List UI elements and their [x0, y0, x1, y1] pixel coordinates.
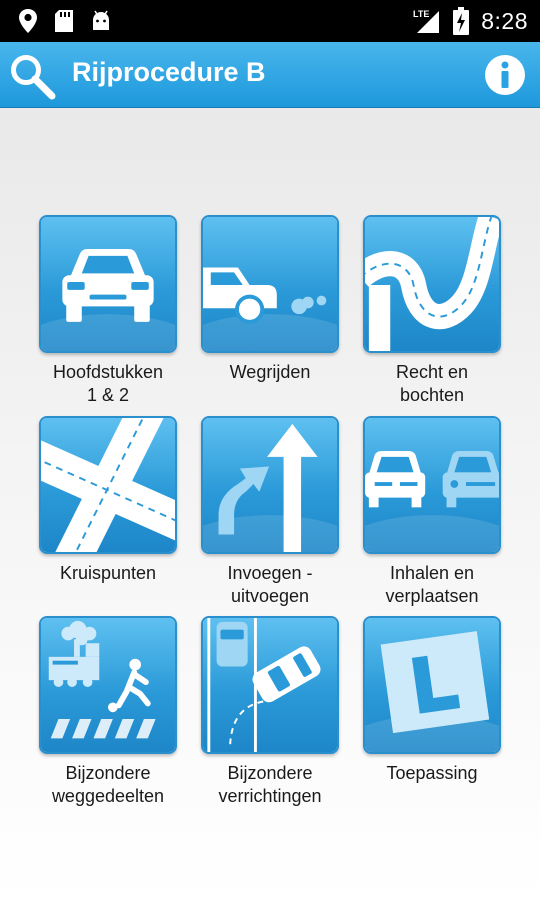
info-icon[interactable] [484, 54, 526, 96]
status-time: 8:28 [481, 7, 528, 34]
tile-bijzondere-weggedeelten[interactable]: Bijzondere weggedeelten [27, 616, 189, 808]
battery-charging-icon [453, 7, 470, 35]
search-icon[interactable] [8, 52, 58, 102]
tile-kruispunten[interactable]: Kruispunten [27, 416, 189, 585]
tile-hoofdstukken[interactable]: Hoofdstukken 1 & 2 [27, 215, 189, 407]
tile-label: Hoofdstukken 1 & 2 [52, 362, 164, 405]
tile-label: Wegrijden [229, 362, 311, 382]
tile-bijzondere-verrichtingen[interactable]: Bijzondere verrichtingen [189, 616, 351, 808]
app-bar: Rijprocedure B [0, 42, 540, 108]
main-content: Hoofdstukken 1 & 2 Wegrijden Recht en bo… [0, 108, 540, 900]
tile-recht-en-bochten[interactable]: Recht en bochten [351, 215, 513, 407]
tile-label: Inhalen en verplaatsen [385, 563, 479, 606]
winding-road-icon [363, 215, 501, 353]
location-icon [18, 8, 38, 34]
tile-label: Kruispunten [59, 563, 157, 583]
learner-l-plate-icon [363, 616, 501, 754]
tile-wegrijden[interactable]: Wegrijden [189, 215, 351, 384]
page-title: Rijprocedure B [72, 57, 266, 87]
tile-label: Recht en bochten [395, 362, 469, 405]
tile-toepassing[interactable]: Toepassing [351, 616, 513, 785]
tile-label: Bijzondere weggedeelten [51, 763, 165, 806]
overtaking-cars-icon [363, 416, 501, 554]
status-right: LTE 8:28 [411, 6, 528, 36]
car-front-icon [39, 215, 177, 353]
train-crossing-pedestrian-icon [39, 616, 177, 754]
network-type: LTE [413, 9, 429, 19]
tile-label: Toepassing [386, 763, 478, 783]
crossroads-icon [39, 416, 177, 554]
tile-invoegen-uitvoegen[interactable]: Invoegen - uitvoegen [189, 416, 351, 608]
parking-maneuver-icon [201, 616, 339, 754]
sd-card-icon [54, 9, 74, 33]
status-bar: LTE 8:28 [0, 0, 540, 42]
status-left [18, 8, 112, 34]
car-driving-away-icon [201, 215, 339, 353]
merge-arrows-icon [201, 416, 339, 554]
tile-label: Bijzondere verrichtingen [218, 763, 322, 806]
android-icon [90, 9, 112, 33]
tile-label: Invoegen - uitvoegen [227, 563, 313, 606]
tile-inhalen-en-verplaatsen[interactable]: Inhalen en verplaatsen [351, 416, 513, 608]
signal-icon: LTE [411, 8, 441, 34]
